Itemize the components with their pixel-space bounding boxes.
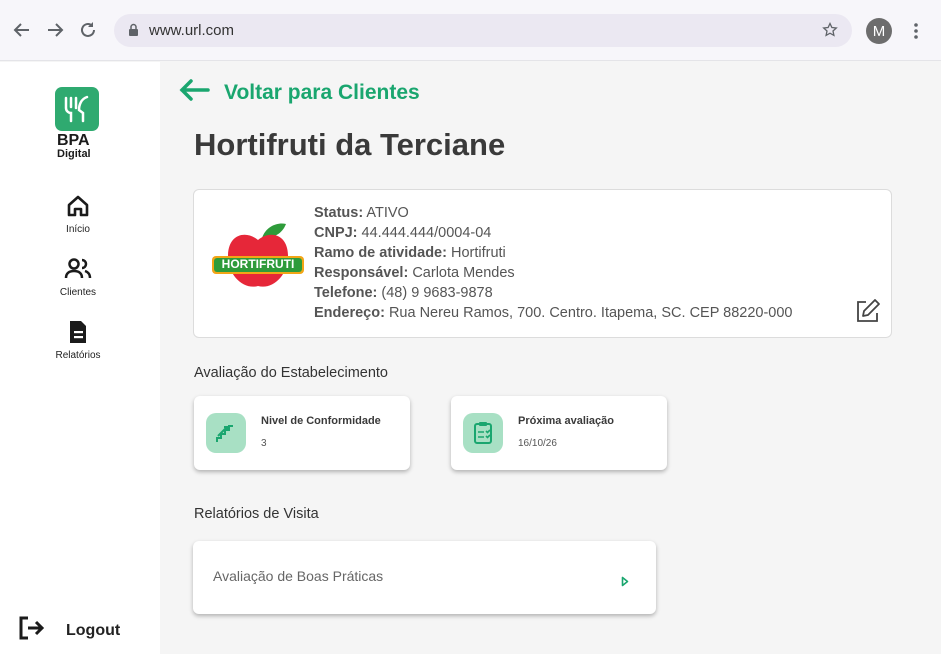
browser-toolbar: www.url.com M (0, 0, 941, 61)
reports-section-title: Relatórios de Visita (194, 506, 319, 522)
back-to-clients-link[interactable]: Voltar para Clientes (178, 78, 420, 107)
sidebar-item-label: Início (66, 224, 90, 235)
kpi-value: 3 (261, 438, 267, 449)
kpi-value: 16/10/26 (518, 438, 557, 449)
play-arrow-icon[interactable] (621, 574, 629, 592)
page-title: Hortifruti da Terciane (194, 127, 506, 162)
lock-icon (128, 23, 139, 42)
edit-icon[interactable] (855, 298, 881, 324)
kpi-title: Próxima avaliação (518, 415, 615, 427)
document-icon (53, 318, 103, 346)
home-icon (53, 192, 103, 220)
sidebar: BPA Digital Início Clientes Relatórios L… (0, 62, 160, 654)
responsavel-line: Responsável: Carlota Mendes (314, 265, 515, 281)
back-arrow-icon[interactable] (10, 18, 34, 42)
kpi-card-conformidade: Nivel de Conformidade 3 (194, 396, 410, 470)
sidebar-item-label: Relatórios (55, 350, 101, 361)
telefone-value: (48) 9 9683-9878 (381, 285, 493, 301)
sidebar-item-clientes[interactable]: Clientes (40, 255, 116, 298)
telefone-line: Telefone: (48) 9 9683-9878 (314, 285, 493, 301)
kpi-title: Nivel de Conformidade (261, 415, 381, 427)
responsavel-value: Carlota Mendes (412, 265, 515, 281)
client-logo: HORTIFRUTI (210, 220, 306, 292)
bookmark-star-icon[interactable] (822, 21, 838, 43)
stairs-trend-icon (206, 413, 246, 453)
status-value: ATIVO (366, 205, 409, 221)
logout-icon (18, 615, 46, 646)
bpa-logo-icon (55, 87, 99, 131)
report-label: Avaliação de Boas Práticas (213, 568, 384, 584)
arrow-left-icon (178, 78, 210, 107)
logout-label: Logout (66, 621, 121, 639)
kpi-card-proxima-avaliacao: Próxima avaliação 16/10/26 (451, 396, 667, 470)
back-link-label: Voltar para Clientes (224, 80, 420, 104)
endereco-line: Endereço: Rua Nereu Ramos, 700. Centro. … (314, 305, 793, 321)
profile-avatar[interactable]: M (866, 18, 892, 44)
report-item[interactable]: Avaliação de Boas Práticas (193, 541, 656, 614)
status-line: Status: ATIVO (314, 205, 409, 221)
sidebar-item-label: Clientes (59, 287, 97, 298)
more-menu-icon[interactable] (906, 19, 926, 43)
brand-subtitle: Digital (57, 148, 91, 160)
clipboard-check-icon (463, 413, 503, 453)
sidebar-item-inicio[interactable]: Início (40, 192, 116, 235)
client-details: Status: ATIVO CNPJ: 44.444.444/0004-04 R… (314, 203, 793, 323)
cnpj-value: 44.444.444/0004-04 (361, 225, 492, 241)
sidebar-item-relatorios[interactable]: Relatórios (40, 318, 116, 361)
ramo-value: Hortifruti (450, 245, 506, 261)
forward-arrow-icon[interactable] (43, 18, 67, 42)
cnpj-line: CNPJ: 44.444.444/0004-04 (314, 225, 492, 241)
endereco-value: Rua Nereu Ramos, 700. Centro. Itapema, S… (388, 305, 793, 321)
users-icon (53, 255, 103, 283)
client-info-card: HORTIFRUTI Status: ATIVO CNPJ: 44.444.44… (193, 189, 892, 338)
logout-button[interactable]: Logout (18, 615, 120, 646)
reload-icon[interactable] (76, 18, 100, 42)
address-bar[interactable]: www.url.com (114, 14, 852, 47)
evaluation-section-title: Avaliação do Estabelecimento (194, 365, 388, 381)
client-logo-text: HORTIFRUTI (221, 257, 295, 271)
url-text: www.url.com (149, 22, 235, 39)
ramo-line: Ramo de atividade: Hortifruti (314, 245, 506, 261)
